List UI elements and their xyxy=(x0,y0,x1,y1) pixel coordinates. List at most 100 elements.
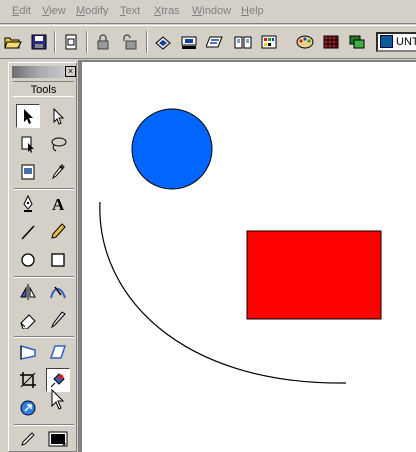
stroke-color-swatch[interactable] xyxy=(46,427,70,451)
drawing-canvas[interactable] xyxy=(82,62,416,452)
menu-bar: Edit View Modify Text Xtras Window Help xyxy=(0,0,416,24)
close-icon[interactable]: × xyxy=(65,66,76,77)
text-icon: A xyxy=(52,195,65,213)
menu-modify[interactable]: Modify xyxy=(76,5,108,17)
pointer-tool[interactable] xyxy=(16,104,40,128)
reflect-icon xyxy=(20,284,36,300)
menu-text-label: ext xyxy=(125,5,141,17)
lock-icon xyxy=(97,34,109,50)
color-palette-button[interactable] xyxy=(294,31,316,53)
subselect-icon xyxy=(53,107,65,125)
menu-view[interactable]: View xyxy=(42,5,66,17)
line-icon xyxy=(21,225,35,240)
tools-titlebar-grip[interactable] xyxy=(12,66,64,78)
lock-button[interactable] xyxy=(92,31,114,53)
import-icon xyxy=(65,34,77,50)
eyedropper-icon xyxy=(52,164,65,180)
menu-edit[interactable]: Edit xyxy=(12,5,31,17)
crop-tool[interactable] xyxy=(16,368,40,392)
menu-xtras-label: tras xyxy=(161,5,180,17)
perspective-tool[interactable] xyxy=(16,340,40,364)
paint-bucket-icon xyxy=(50,373,65,388)
reflect-tool[interactable] xyxy=(16,280,40,304)
skew-icon xyxy=(49,345,67,359)
subselect-tool[interactable] xyxy=(46,104,70,128)
save-icon xyxy=(31,34,47,50)
pen-tool[interactable] xyxy=(16,192,40,216)
eraser-tool[interactable] xyxy=(16,308,40,332)
main-toolbar: UNT xyxy=(0,25,416,59)
tools-separator xyxy=(14,424,74,426)
document-selector[interactable]: UNT xyxy=(376,32,416,52)
tools-separator xyxy=(14,276,74,278)
menu-modify-mnemonic: M xyxy=(76,5,86,17)
knife-icon xyxy=(51,311,66,329)
text-block-button[interactable] xyxy=(204,31,226,53)
lasso-tool[interactable] xyxy=(46,132,70,156)
menu-window[interactable]: Window xyxy=(192,5,231,17)
menu-help-label: elp xyxy=(248,5,264,17)
save-button[interactable] xyxy=(28,31,50,53)
paint-bucket-tool[interactable] xyxy=(46,368,70,392)
menu-help[interactable]: Help xyxy=(241,5,264,17)
color-mixer-button[interactable] xyxy=(258,31,280,53)
color-wheel-icon xyxy=(261,35,277,49)
link-icon xyxy=(20,400,36,416)
align-button[interactable] xyxy=(152,31,174,53)
unlock-button[interactable] xyxy=(118,31,140,53)
document-icon xyxy=(380,35,393,48)
menu-window-label: indow xyxy=(202,5,232,17)
transform-button[interactable] xyxy=(178,31,200,53)
toolbar-separator xyxy=(146,31,148,53)
menu-help-mnemonic: H xyxy=(241,5,249,17)
tools-panel-title: Tools xyxy=(13,81,74,97)
tools-titlebar[interactable]: × xyxy=(12,66,76,78)
pointer-icon xyxy=(24,109,33,124)
transform-icon xyxy=(181,36,197,49)
skew-tool[interactable] xyxy=(46,340,70,364)
stroke-pencil-icon xyxy=(21,432,35,446)
unlock-icon xyxy=(123,34,137,50)
layers-button[interactable] xyxy=(346,31,368,53)
left-dock xyxy=(0,60,8,452)
ellipse-tool[interactable] xyxy=(16,248,40,272)
import-button[interactable] xyxy=(60,31,82,53)
line-tool[interactable] xyxy=(16,220,40,244)
pencil-icon xyxy=(51,223,66,239)
text-tool[interactable]: A xyxy=(46,192,70,216)
freeform-tool[interactable] xyxy=(46,280,70,304)
eyedropper-tool[interactable] xyxy=(46,160,70,184)
grid-button[interactable] xyxy=(320,31,342,53)
lasso-icon xyxy=(51,137,67,152)
menu-view-label: iew xyxy=(49,5,66,17)
toolbar-separator xyxy=(54,31,56,53)
tools-separator xyxy=(14,188,74,190)
menu-modify-label: odify xyxy=(85,5,109,17)
crop-icon xyxy=(20,372,36,388)
open-button[interactable] xyxy=(2,31,24,53)
pages-icon xyxy=(234,36,252,49)
page-icon xyxy=(21,136,34,153)
knife-tool[interactable] xyxy=(46,308,70,332)
grid-icon xyxy=(323,35,339,49)
link-tool[interactable] xyxy=(16,396,40,420)
trace-icon xyxy=(21,164,35,180)
menu-window-mnemonic: W xyxy=(192,5,203,17)
eraser-icon xyxy=(20,314,36,329)
menu-text[interactable]: Text xyxy=(120,5,140,17)
text-block-icon xyxy=(206,36,223,48)
pages-button[interactable] xyxy=(232,31,254,53)
pencil-tool[interactable] xyxy=(46,220,70,244)
rectangle-icon xyxy=(51,253,65,267)
tools-panel: × Tools A xyxy=(8,62,77,452)
pen-icon xyxy=(23,195,33,212)
stroke-color-icon xyxy=(48,431,68,447)
page-tool[interactable] xyxy=(16,132,40,156)
color-palette-icon xyxy=(296,35,314,49)
rectangle-tool[interactable] xyxy=(46,248,70,272)
trace-tool[interactable] xyxy=(16,160,40,184)
menu-xtras[interactable]: Xtras xyxy=(154,5,180,17)
svg-text:A: A xyxy=(52,195,65,213)
stroke-pencil[interactable] xyxy=(16,427,40,451)
menu-edit-label: dit xyxy=(19,5,31,17)
